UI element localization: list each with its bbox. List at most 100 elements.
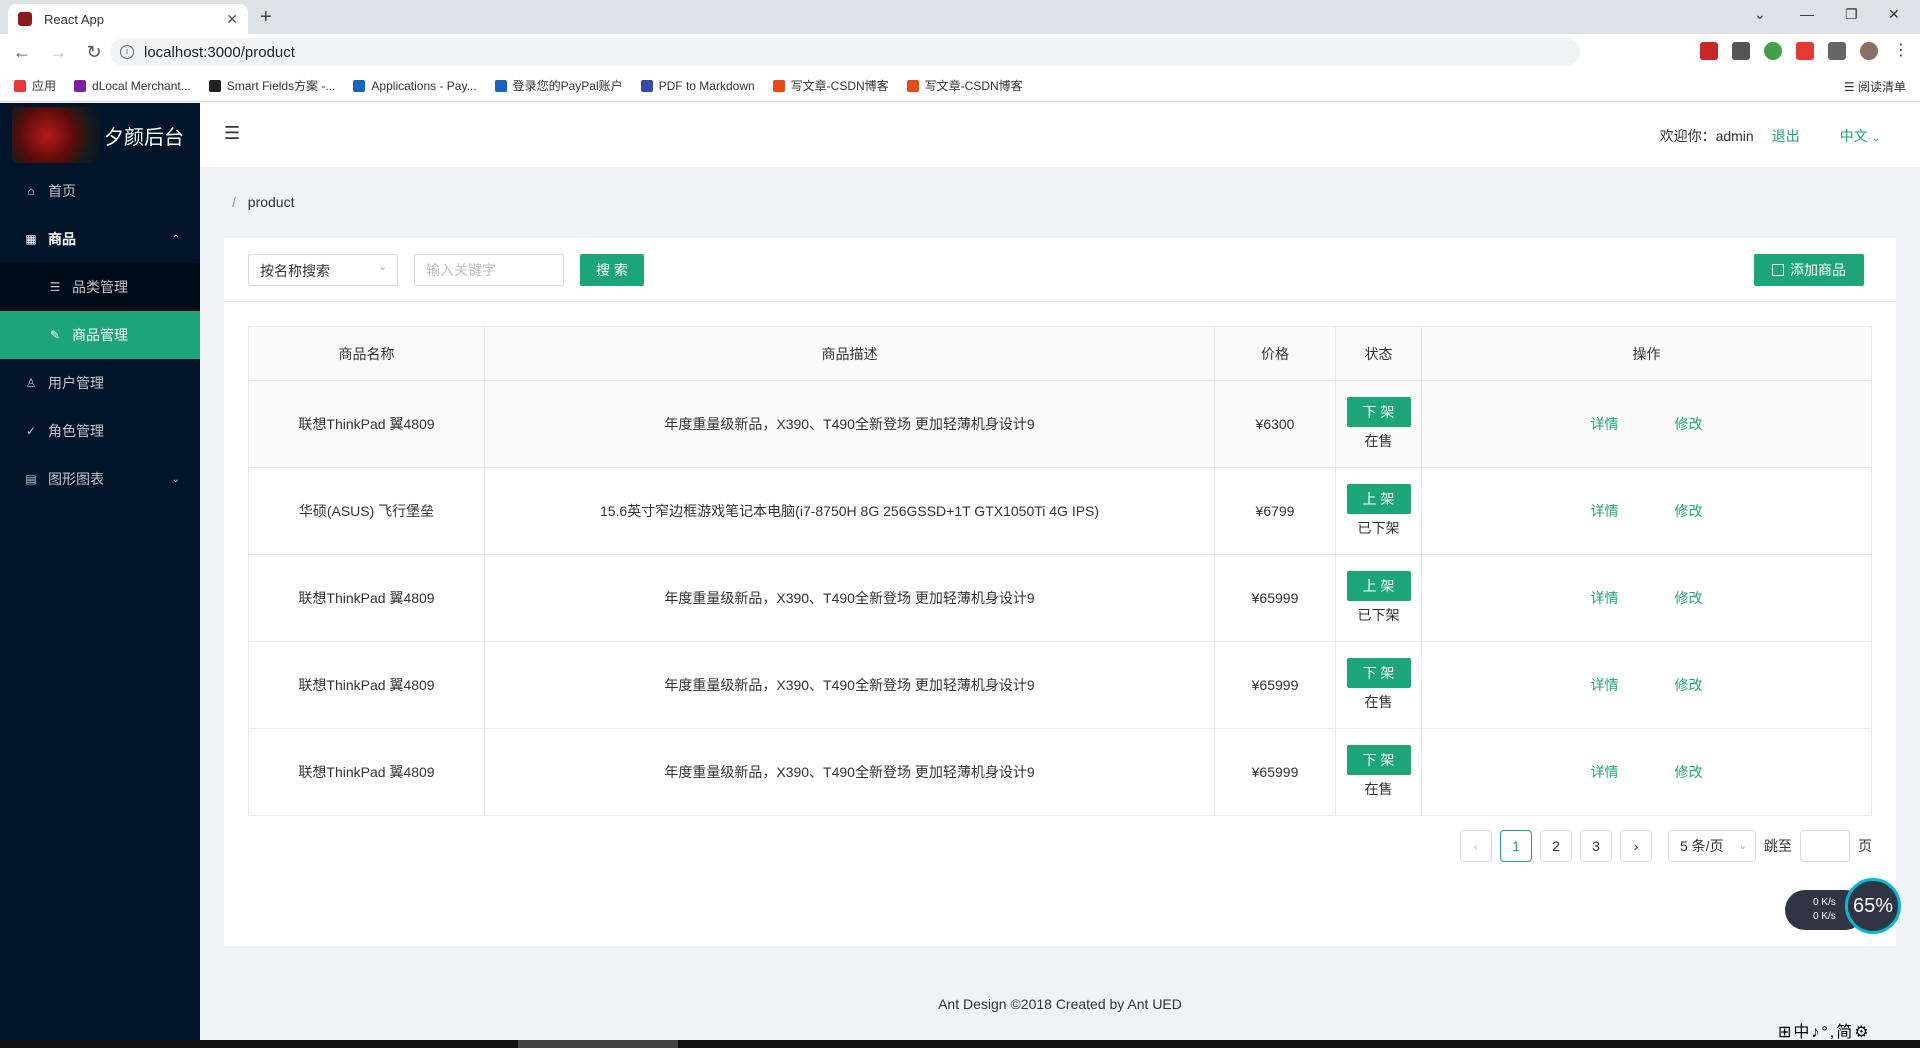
profile-avatar[interactable] bbox=[1860, 42, 1878, 60]
bookmark-item[interactable]: 登录您的PayPal账户 bbox=[494, 77, 623, 94]
apps-grid-icon bbox=[14, 79, 26, 92]
sidebar-item-roles[interactable]: ✓ 角色管理 bbox=[0, 407, 200, 455]
appstore-icon: ▦ bbox=[25, 232, 37, 246]
jump-label: 跳至 bbox=[1764, 838, 1792, 854]
site-info-icon[interactable]: i bbox=[120, 45, 134, 59]
forward-icon[interactable]: → bbox=[44, 42, 72, 63]
ime-toolbar[interactable]: ⊞中♪°,简⚙ bbox=[1778, 1018, 1871, 1042]
operation-cell: 详情 修改 bbox=[1421, 554, 1872, 642]
status-toggle-button[interactable]: 下 架 bbox=[1346, 745, 1411, 775]
jump-page-input[interactable] bbox=[1800, 830, 1850, 862]
back-icon[interactable]: ← bbox=[8, 42, 36, 63]
search-type-select[interactable]: 按名称搜索 ⌄ bbox=[248, 254, 398, 286]
product-name: 联想ThinkPad 翼4809 bbox=[248, 641, 485, 729]
reload-icon[interactable]: ↻ bbox=[80, 42, 108, 63]
product-price: ¥6799 bbox=[1214, 467, 1336, 555]
sidebar-item-charts[interactable]: ▤ 图形图表 ⌄ bbox=[0, 455, 200, 503]
status-toggle-button[interactable]: 上 架 bbox=[1346, 484, 1411, 514]
edit-link[interactable]: 修改 bbox=[1675, 414, 1703, 434]
bookmark-label: Smart Fields方案 -... bbox=[226, 79, 336, 93]
reading-list[interactable]: ☰ 阅读清单 bbox=[1844, 78, 1906, 95]
language-dropdown[interactable]: 中文 ⌄ bbox=[1840, 126, 1880, 146]
sidebar-item-product-manage[interactable]: ✎ 商品管理 bbox=[0, 311, 200, 359]
status-toggle-button[interactable]: 上 架 bbox=[1346, 571, 1411, 601]
detail-link[interactable]: 详情 bbox=[1591, 414, 1619, 434]
more-menu-icon[interactable]: ⋮ bbox=[1892, 42, 1910, 60]
table-row: 华硕(ASUS) 飞行堡垒 15.6英寸窄边框游戏笔记本电脑(i7-8750H … bbox=[248, 467, 1872, 555]
logo bbox=[12, 107, 100, 163]
browser-tab-bar: React App ✕ + ⌄ — ❐ ✕ bbox=[0, 0, 1920, 34]
next-page-icon[interactable]: › bbox=[1620, 830, 1652, 862]
network-speed-widget[interactable]: 0 K/s 0 K/s 65% bbox=[1785, 878, 1901, 934]
bookmark-item[interactable]: Applications - Pay... bbox=[353, 78, 477, 93]
bookmark-item[interactable]: Smart Fields方案 -... bbox=[208, 77, 336, 94]
bookmark-item[interactable]: 写文章-CSDN博客 bbox=[906, 77, 1023, 94]
status-cell: 下 架在售 bbox=[1335, 728, 1422, 816]
extension-icon[interactable] bbox=[1764, 42, 1782, 60]
page-button[interactable]: 2 bbox=[1540, 830, 1572, 862]
menu-fold-icon[interactable]: ☰ bbox=[224, 123, 240, 144]
minimize-icon[interactable]: — bbox=[1800, 6, 1814, 22]
tab-close-icon[interactable]: ✕ bbox=[226, 11, 238, 28]
browser-tab[interactable]: React App ✕ bbox=[8, 4, 248, 34]
new-tab-icon[interactable]: + bbox=[260, 6, 272, 29]
sidebar-item-label: 品类管理 bbox=[72, 279, 128, 295]
add-product-button[interactable]: 添加商品 bbox=[1754, 254, 1864, 286]
sidebar-item-category[interactable]: ☰ 品类管理 bbox=[0, 263, 200, 311]
footer: Ant Design ©2018 Created by Ant UED bbox=[938, 996, 1182, 1012]
chevron-down-icon: ⌄ bbox=[1738, 840, 1747, 852]
sidebar-item-products[interactable]: ▦ 商品 ⌃ bbox=[0, 215, 200, 263]
extension-icon[interactable] bbox=[1700, 42, 1718, 60]
sidebar-item-label: 图形图表 bbox=[48, 471, 104, 487]
extension-icon[interactable] bbox=[1732, 42, 1750, 60]
sidebar-item-home[interactable]: ⌂ 首页 bbox=[0, 167, 200, 215]
edit-link[interactable]: 修改 bbox=[1675, 588, 1703, 608]
user-icon: ♙ bbox=[25, 376, 37, 390]
detail-link[interactable]: 详情 bbox=[1591, 675, 1619, 695]
operation-cell: 详情 修改 bbox=[1421, 641, 1872, 729]
product-desc: 年度重量级新品，X390、T490全新登场 更加轻薄机身设计9 bbox=[484, 380, 1215, 468]
detail-link[interactable]: 详情 bbox=[1591, 762, 1619, 782]
bookmarks-bar: 应用 dLocal Merchant... Smart Fields方案 -..… bbox=[0, 70, 1920, 102]
keyword-input[interactable] bbox=[414, 254, 564, 286]
tab-search-icon[interactable]: ⌄ bbox=[1754, 6, 1766, 23]
sidebar-item-users[interactable]: ♙ 用户管理 bbox=[0, 359, 200, 407]
page-suffix: 页 bbox=[1858, 838, 1872, 854]
bookmark-item[interactable]: dLocal Merchant... bbox=[74, 79, 191, 93]
window-close-icon[interactable]: ✕ bbox=[1888, 6, 1900, 23]
reading-list-label: 阅读清单 bbox=[1857, 80, 1906, 94]
prev-page-icon[interactable]: ‹ bbox=[1460, 830, 1492, 862]
taskbar-segment bbox=[518, 1040, 678, 1048]
bookmark-item[interactable]: 应用 bbox=[14, 77, 56, 94]
status-text: 在售 bbox=[1364, 433, 1393, 449]
bookmark-favicon-icon bbox=[74, 79, 87, 92]
edit-link[interactable]: 修改 bbox=[1675, 501, 1703, 521]
restore-icon[interactable]: ❐ bbox=[1845, 6, 1858, 23]
page-button[interactable]: 3 bbox=[1580, 830, 1612, 862]
table-row: 联想ThinkPad 翼4809 年度重量级新品，X390、T490全新登场 更… bbox=[248, 641, 1872, 729]
logo-area[interactable]: 夕颜后台 bbox=[0, 103, 200, 167]
detail-link[interactable]: 详情 bbox=[1591, 588, 1619, 608]
operation-cell: 详情 修改 bbox=[1421, 380, 1872, 468]
bookmark-item[interactable]: 写文章-CSDN博客 bbox=[772, 77, 889, 94]
app-header: ☰ 欢迎你：admin 退出 中文 ⌄ bbox=[200, 103, 1920, 167]
bookmark-item[interactable]: PDF to Markdown bbox=[640, 79, 755, 93]
tab-title: React App bbox=[44, 11, 104, 27]
logout-link[interactable]: 退出 bbox=[1772, 126, 1800, 146]
puzzle-icon[interactable] bbox=[1828, 42, 1846, 60]
search-button[interactable]: 搜 索 bbox=[580, 254, 644, 286]
detail-link[interactable]: 详情 bbox=[1591, 501, 1619, 521]
home-icon: ⌂ bbox=[27, 184, 35, 198]
bookmark-label: Applications - Pay... bbox=[371, 78, 477, 93]
language-label: 中文 bbox=[1839, 128, 1868, 144]
page-button[interactable]: 1 bbox=[1500, 830, 1532, 862]
status-text: 已下架 bbox=[1357, 607, 1400, 623]
url-field[interactable]: i localhost:3000/product bbox=[110, 38, 1580, 66]
edit-link[interactable]: 修改 bbox=[1675, 675, 1703, 695]
status-toggle-button[interactable]: 下 架 bbox=[1346, 397, 1411, 427]
status-cell: 上 架已下架 bbox=[1335, 554, 1422, 642]
edit-link[interactable]: 修改 bbox=[1675, 762, 1703, 782]
page-size-select[interactable]: 5 条/页 ⌄ bbox=[1668, 830, 1756, 862]
status-toggle-button[interactable]: 下 架 bbox=[1346, 658, 1411, 688]
extension-icon[interactable] bbox=[1796, 42, 1814, 60]
